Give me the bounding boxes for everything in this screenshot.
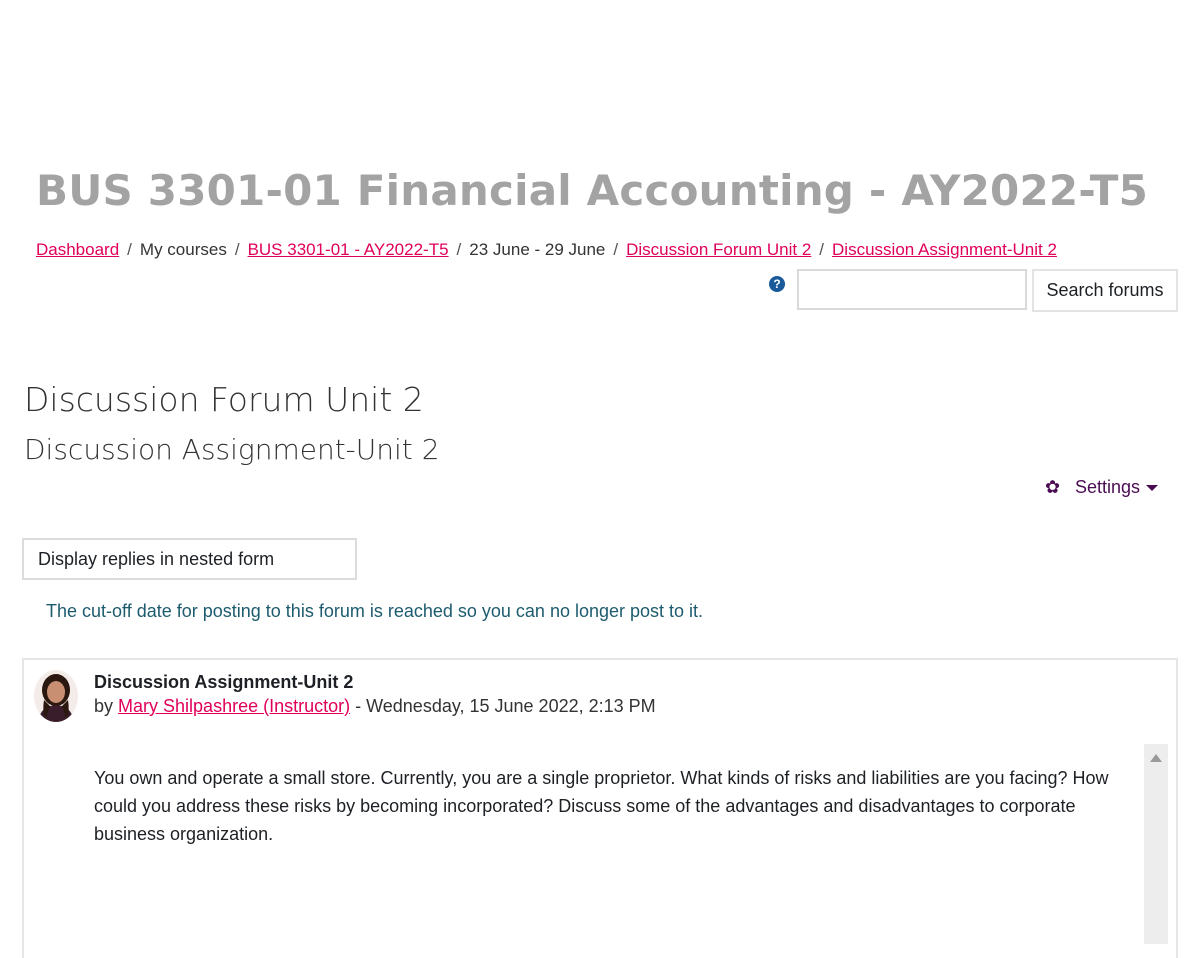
search-input[interactable] [797,269,1027,310]
scroll-up-arrow-icon[interactable] [1150,754,1162,762]
post-subject: Discussion Assignment-Unit 2 [94,672,354,692]
settings-label: Settings [1075,477,1141,497]
post-byline: by Mary Shilpashree (Instructor) - Wedne… [94,696,656,717]
question-circle-icon[interactable]: ? [769,276,785,292]
breadcrumb-separator: / [234,240,240,259]
course-title: BUS 3301-01 Financial Accounting - AY202… [36,166,1149,215]
caret-down-icon [1146,485,1159,492]
gear-icon: ✿ [1045,477,1061,497]
breadcrumb: Dashboard / My courses / BUS 3301-01 - AY202… [36,240,1057,260]
breadcrumb-my-courses: My courses [139,240,227,259]
breadcrumb-dashboard-link[interactable]: Dashboard [36,240,119,259]
post-by-prefix: by [94,696,114,716]
post-date: - Wednesday, 15 June 2022, 2:13 PM [350,696,656,716]
display-mode-select[interactable]: Display replies in nested form [22,538,357,580]
post-author-link[interactable]: Mary Shilpashree (Instructor) [118,696,350,716]
cutoff-notice: The cut-off date for posting to this for… [46,601,704,621]
settings-menu-button[interactable]: ✿ Settings [1045,477,1159,498]
avatar[interactable] [34,670,78,722]
forum-title: Discussion Forum Unit 2 [24,380,424,419]
breadcrumb-separator: / [613,240,619,259]
breadcrumb-separator: / [456,240,462,259]
discussion-title: Discussion Assignment-Unit 2 [24,433,440,466]
forum-post: Discussion Assignment-Unit 2 by Mary Shi… [22,658,1178,958]
post-body: You own and operate a small store. Curre… [94,768,1109,844]
breadcrumb-course-link[interactable]: BUS 3301-01 - AY2022-T5 [248,240,449,259]
breadcrumb-separator: / [127,240,132,259]
breadcrumb-discussion-link[interactable]: Discussion Assignment-Unit 2 [832,240,1057,259]
breadcrumb-week: 23 June - 29 June [469,240,606,259]
breadcrumb-forum-link[interactable]: Discussion Forum Unit 2 [626,240,811,259]
search-forums-button[interactable]: Search forums [1032,269,1178,312]
breadcrumb-separator: / [819,240,825,259]
post-scrollbar[interactable] [1144,744,1168,944]
